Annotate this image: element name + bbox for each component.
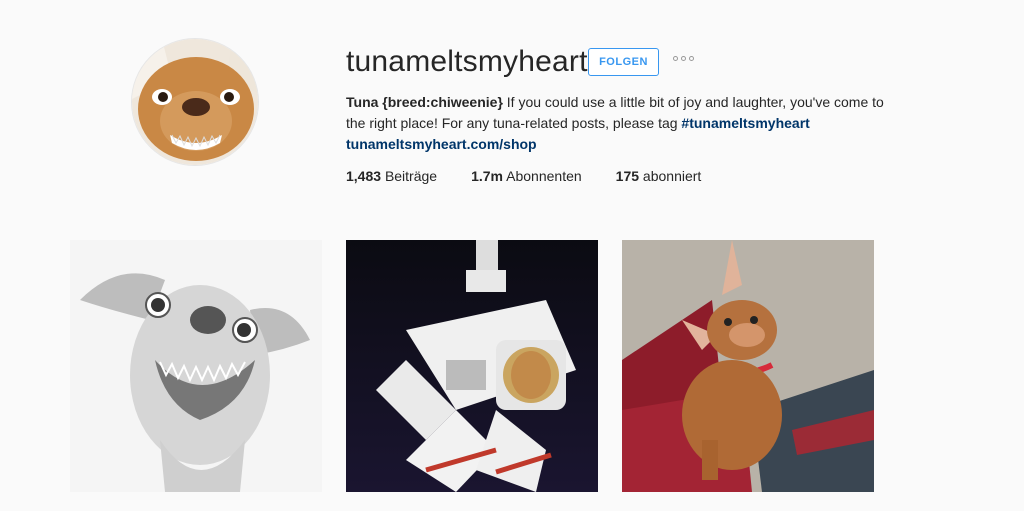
following-count: 175 bbox=[615, 168, 640, 184]
post-thumbnail[interactable] bbox=[70, 240, 322, 492]
following-label: abonniert bbox=[642, 168, 702, 184]
astronaut-image bbox=[346, 240, 598, 492]
follow-button[interactable]: FOLGEN bbox=[588, 48, 659, 76]
posts-count: 1,483 bbox=[346, 168, 382, 184]
profile-avatar[interactable] bbox=[131, 38, 259, 166]
bio-hashtag-link[interactable]: #tunameltsmyheart bbox=[681, 115, 809, 131]
followers-stat[interactable]: 1.7m Abonnenten bbox=[471, 168, 582, 184]
options-dot bbox=[689, 56, 694, 61]
options-dot bbox=[681, 56, 686, 61]
avatar-dog-image bbox=[132, 39, 258, 165]
followers-count: 1.7m bbox=[471, 168, 504, 184]
dog-on-blanket-image bbox=[622, 240, 874, 492]
more-options-icon[interactable] bbox=[673, 56, 694, 61]
post-thumbnail[interactable] bbox=[622, 240, 874, 492]
profile-bio: Tuna {breed:chiweenie} If you could use … bbox=[346, 92, 906, 155]
bio-name: Tuna {breed:chiweenie} bbox=[346, 94, 503, 110]
posts-label: Beiträge bbox=[384, 168, 438, 184]
posts-stat: 1,483 Beiträge bbox=[346, 168, 437, 184]
profile-stats: 1,483 Beiträge 1.7m Abonnenten 175 abonn… bbox=[346, 168, 735, 184]
profile-username: tunameltsmyheart bbox=[346, 45, 588, 78]
bio-website-link[interactable]: tunameltsmyheart.com/shop bbox=[346, 136, 537, 152]
options-dot bbox=[673, 56, 678, 61]
followers-label: Abonnenten bbox=[506, 168, 582, 184]
drawing-dog-image bbox=[70, 240, 322, 492]
following-stat[interactable]: 175 abonniert bbox=[616, 168, 702, 184]
post-thumbnail[interactable] bbox=[346, 240, 598, 492]
